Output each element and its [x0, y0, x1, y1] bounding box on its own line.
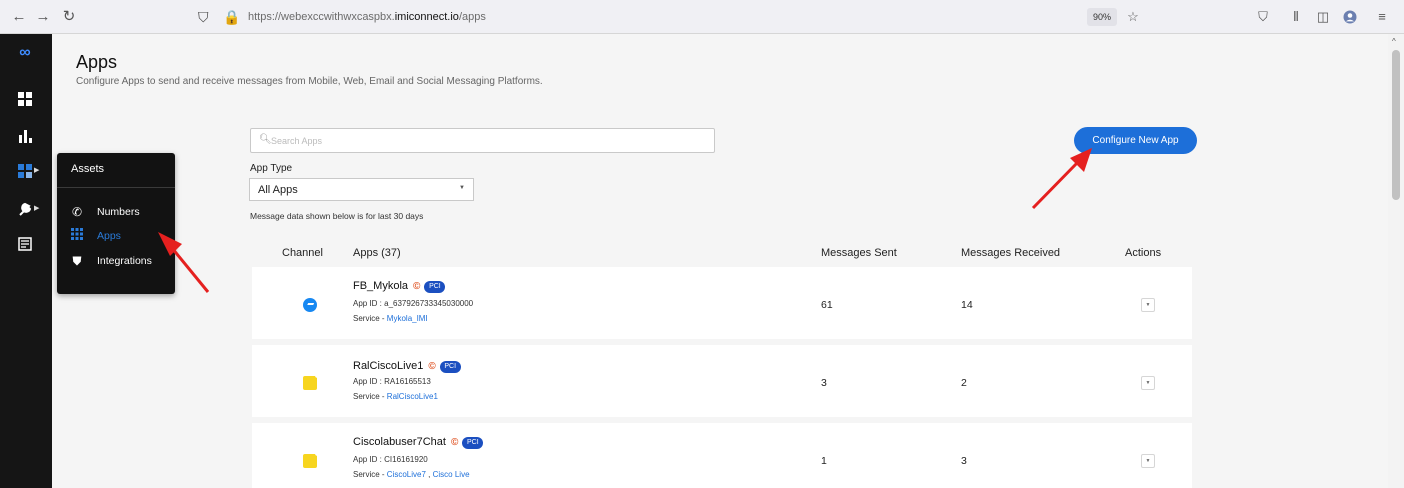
c-badge-icon: ©: [413, 281, 421, 292]
zoom-level[interactable]: 90%: [1087, 8, 1117, 26]
service-link[interactable]: Cisco Live: [433, 470, 470, 479]
divider: [57, 187, 175, 188]
profile-icon[interactable]: [1340, 7, 1360, 27]
phone-icon: ✆: [71, 205, 83, 219]
shield-icon[interactable]: ⛉: [198, 5, 209, 29]
pci-badge: PCI: [439, 361, 461, 373]
column-header-received[interactable]: Messages Received: [961, 247, 1060, 259]
webex-logo-icon[interactable]: ∞: [12, 40, 38, 66]
app-name[interactable]: FB_Mykola © PCI: [353, 280, 446, 293]
data-range-note: Message data shown below is for last 30 …: [250, 211, 424, 221]
hamburger-menu-icon[interactable]: ≡: [1372, 7, 1392, 27]
chevron-right-icon: ▶: [34, 167, 40, 174]
messages-sent: 1: [821, 455, 827, 467]
column-header-actions: Actions: [1125, 247, 1162, 259]
library-icon[interactable]: ⫴: [1286, 7, 1306, 27]
messages-received: 14: [961, 299, 973, 311]
app-name[interactable]: RalCiscoLive1 © PCI: [353, 360, 461, 373]
actions-dropdown-button[interactable]: ▼: [1141, 298, 1155, 312]
actions-dropdown-button[interactable]: ▼: [1141, 454, 1155, 468]
page-title: Apps: [76, 52, 118, 72]
flyout-item-label: Integrations: [97, 255, 152, 267]
page-subtitle: Configure Apps to send and receive messa…: [76, 76, 543, 87]
messages-received: 3: [961, 455, 967, 467]
reload-icon[interactable]: ↻: [58, 6, 80, 28]
table-header: Channel Apps (37) Messages Sent Messages…: [252, 242, 1192, 266]
app-type-select[interactable]: All Apps ▼: [249, 178, 474, 201]
assets-flyout-menu: Assets ✆ Numbers Apps ⛊ Integrations: [57, 153, 175, 294]
actions-dropdown-button[interactable]: ▼: [1141, 376, 1155, 390]
messages-sent: 61: [821, 299, 833, 311]
flyout-item-label: Numbers: [97, 206, 140, 218]
app-id: App ID : CI16161920: [353, 455, 428, 464]
chat-icon: [303, 451, 320, 468]
tools-icon[interactable]: ▶: [12, 196, 40, 222]
analytics-icon[interactable]: [12, 123, 38, 149]
service-info: Service - CiscoLive7 , Cisco Live: [353, 470, 470, 479]
lock-icon[interactable]: 🔒: [223, 5, 240, 29]
plug-icon: ⛊: [72, 254, 82, 268]
search-icon: 🔍︎: [259, 134, 272, 145]
pci-badge: PCI: [462, 437, 484, 449]
configure-new-app-button[interactable]: Configure New App: [1074, 127, 1197, 154]
scroll-up-icon[interactable]: ^: [1392, 37, 1396, 46]
service-link[interactable]: RalCiscoLive1: [387, 392, 438, 401]
chevron-down-icon: ▼: [459, 185, 465, 191]
flyout-item-numbers[interactable]: ✆ Numbers: [69, 203, 169, 223]
table-row[interactable]: RalCiscoLive1 © PCI App ID : RA16165513 Se…: [252, 345, 1192, 417]
star-icon[interactable]: ☆: [1123, 7, 1143, 27]
back-icon[interactable]: ←: [8, 6, 30, 28]
assets-icon[interactable]: ▶: [12, 158, 40, 184]
forward-icon[interactable]: →: [32, 6, 54, 28]
column-header-sent[interactable]: Messages Sent: [821, 247, 897, 259]
url-text: https://webexccwithwxcaspbx.imiconnect.i…: [248, 11, 486, 23]
flyout-title: Assets: [71, 163, 105, 175]
dashboard-icon[interactable]: [12, 86, 38, 112]
service-link[interactable]: Mykola_IMI: [387, 314, 428, 323]
messages-sent: 3: [821, 377, 827, 389]
messages-received: 2: [961, 377, 967, 389]
app-id: App ID : RA16165513: [353, 377, 431, 386]
app-type-value: All Apps: [258, 184, 298, 196]
flyout-item-label: Apps: [97, 230, 121, 242]
chat-icon: [303, 373, 320, 390]
search-input[interactable]: [271, 133, 691, 149]
pocket-icon[interactable]: ⛉: [1253, 7, 1273, 27]
flyout-item-integrations[interactable]: ⛊ Integrations: [69, 252, 169, 272]
sidebar-icon[interactable]: ◫: [1313, 7, 1333, 27]
app-name[interactable]: Ciscolabuser7Chat © PCI: [353, 436, 484, 449]
table-row[interactable]: Ciscolabuser7Chat © PCI App ID : CI1616192…: [252, 423, 1192, 488]
search-box[interactable]: 🔍︎: [250, 128, 715, 153]
scrollbar-thumb[interactable]: [1392, 50, 1400, 200]
logs-icon[interactable]: [12, 231, 38, 257]
annotation-arrow-configure: [1031, 148, 1092, 210]
left-nav-rail: ∞ ▶ ▶: [0, 34, 52, 488]
messenger-icon: [303, 298, 317, 312]
pci-badge: PCI: [424, 281, 446, 293]
column-header-channel: Channel: [282, 247, 323, 259]
browser-toolbar: ← → ↻ ⛉ 🔒 https://webexccwithwxcaspbx.im…: [0, 0, 1404, 34]
url-bar[interactable]: ⛉ 🔒 https://webexccwithwxcaspbx.imiconne…: [190, 5, 1130, 29]
table-row[interactable]: FB_Mykola © PCI App ID : a_637926733345030…: [252, 267, 1192, 339]
service-link[interactable]: CiscoLive7: [387, 470, 426, 479]
app-id: App ID : a_637926733345030000: [353, 299, 474, 308]
flyout-item-apps[interactable]: Apps: [69, 227, 169, 247]
c-badge-icon: ©: [428, 361, 436, 372]
grid-icon: [69, 228, 85, 244]
c-badge-icon: ©: [450, 437, 459, 448]
column-header-apps[interactable]: Apps (37): [353, 247, 401, 259]
service-info: Service - RalCiscoLive1: [353, 392, 438, 401]
app-type-label: App Type: [250, 163, 293, 174]
chevron-right-icon: ▶: [34, 205, 40, 212]
service-info: Service - Mykola_IMI: [353, 314, 428, 323]
